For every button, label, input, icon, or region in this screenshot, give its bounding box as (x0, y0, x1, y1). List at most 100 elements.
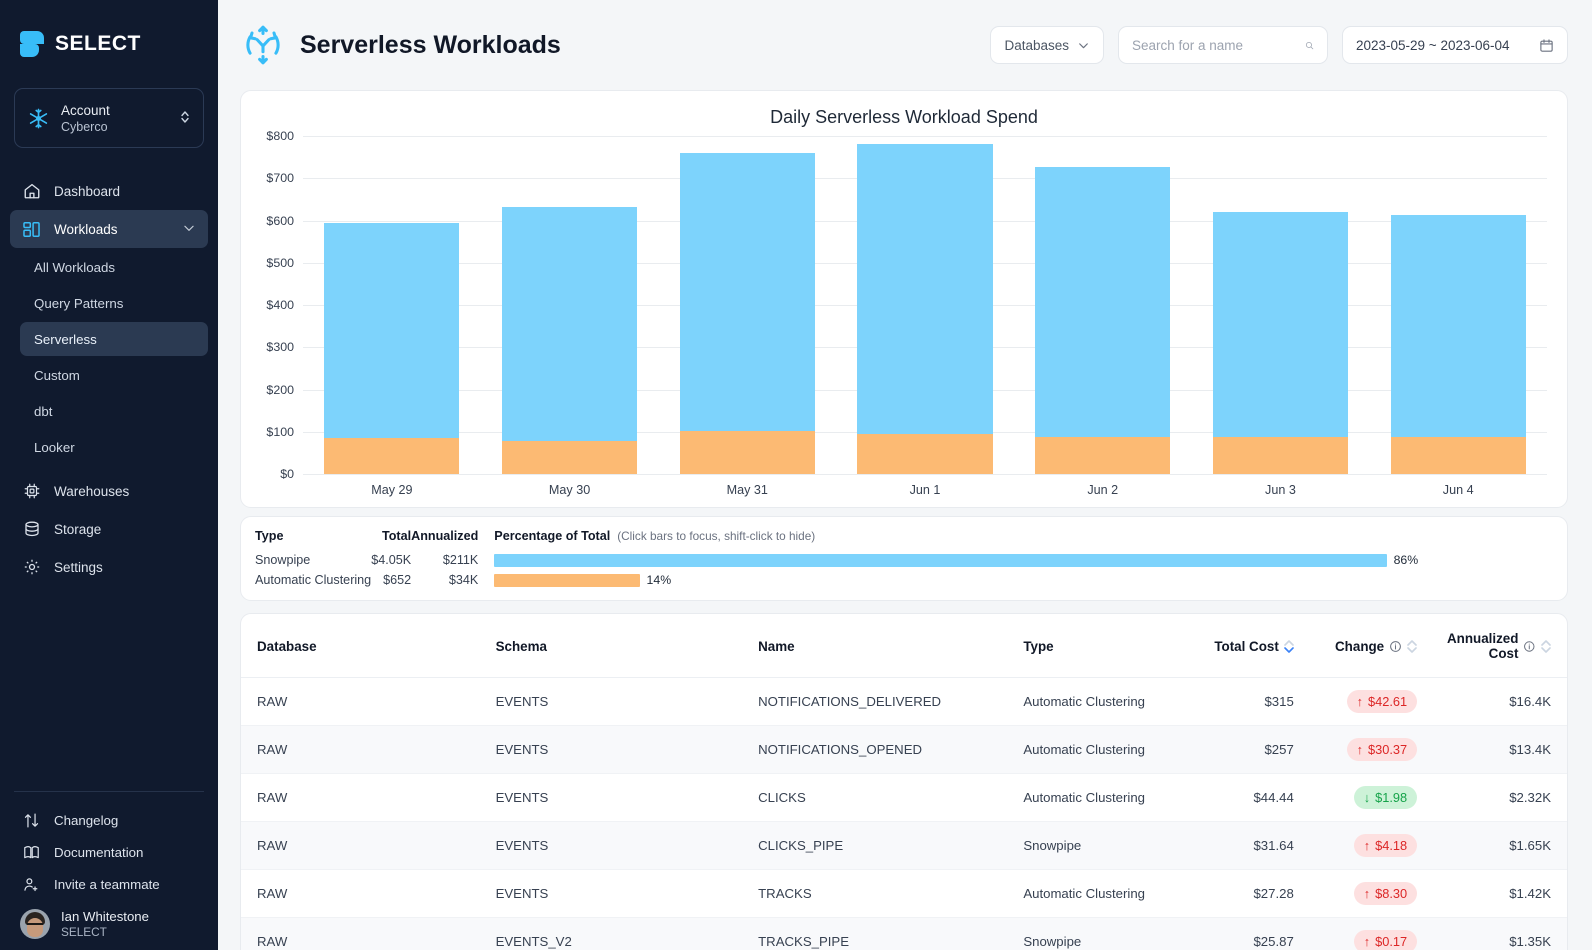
chart-bar-column[interactable] (303, 136, 481, 474)
chart-bar-segment-automatic-clustering[interactable] (1212, 437, 1348, 474)
chart-bar-column[interactable] (658, 136, 836, 474)
table-row[interactable]: RAW EVENTS NOTIFICATIONS_OPENED Automatic C… (241, 725, 1567, 774)
select-logo-icon (20, 30, 46, 58)
chart-bar-segment-automatic-clustering[interactable] (679, 431, 815, 474)
chart-bar-stack[interactable] (324, 136, 460, 474)
legend-table: Type Total Annualized Percentage of Tota… (255, 526, 1553, 590)
chart-bar-column[interactable] (1369, 136, 1547, 474)
table-row[interactable]: RAW EVENTS TRACKS Automatic Clustering $27.2… (241, 869, 1567, 918)
change-badge: ↑ $42.61 (1346, 690, 1418, 713)
sidebar-item-looker[interactable]: Looker (20, 430, 208, 464)
chart-bar-stack[interactable] (679, 136, 815, 474)
chart-bar-segment-automatic-clustering[interactable] (1035, 436, 1171, 474)
legend-header-total: Total (381, 529, 412, 543)
chart-bar-segment-snowpipe[interactable] (1212, 212, 1348, 438)
table-row[interactable]: RAW EVENTS CLICKS_PIPE Snowpipe $31.64 ↑ $4.18… (241, 821, 1567, 870)
sidebar-item-workloads[interactable]: Workloads (10, 210, 208, 248)
table-header-total-cost[interactable]: Total Cost (1187, 614, 1294, 678)
sidebar-item-dashboard[interactable]: Dashboard (10, 172, 208, 210)
table-row[interactable]: RAW EVENTS NOTIFICATIONS_DELIVERED Automati… (241, 677, 1567, 726)
chart-bar-stack[interactable] (1212, 136, 1348, 474)
app-root: SELECT Account Cyberco Dashboard Workloa… (0, 0, 1592, 950)
cell-total-cost: $27.28 (1187, 869, 1294, 918)
sidebar-item-dbt[interactable]: dbt (20, 394, 208, 428)
chart-bar-segment-snowpipe[interactable] (502, 206, 638, 442)
legend-percentage-bar[interactable] (494, 573, 640, 587)
change-arrow-icon: ↓ (1363, 790, 1371, 805)
table-header-schema: Schema (495, 614, 759, 678)
databases-dropdown[interactable]: Databases (990, 26, 1104, 64)
sidebar-divider (14, 791, 204, 792)
legend-percentage-bar[interactable] (494, 553, 1387, 567)
info-icon[interactable] (1523, 640, 1536, 653)
chart-bar-column[interactable] (1014, 136, 1192, 474)
legend-header-type: Type (255, 529, 284, 543)
account-switcher[interactable]: Account Cyberco (14, 88, 204, 148)
search-icon[interactable] (1305, 38, 1314, 53)
chart-bar-segment-automatic-clustering[interactable] (324, 438, 460, 474)
chart-bar-segment-snowpipe[interactable] (679, 152, 815, 432)
chart-bar-stack[interactable] (1390, 136, 1526, 474)
search-box[interactable] (1118, 26, 1328, 64)
date-range-picker[interactable]: 2023-05-29 ~ 2023-06-04 (1342, 26, 1568, 64)
chart-bar-column[interactable] (1192, 136, 1370, 474)
chart-bar-segment-automatic-clustering[interactable] (1390, 436, 1526, 474)
sidebar-item-changelog[interactable]: Changelog (10, 804, 208, 836)
table-row[interactable]: RAW EVENTS CLICKS Automatic Clustering $44.4… (241, 773, 1567, 822)
chart-bar-stack[interactable] (1035, 136, 1171, 474)
sidebar-item-custom[interactable]: Custom (20, 358, 208, 392)
legend-row[interactable]: Automatic Clustering $652 $34K 14% (255, 570, 1553, 590)
table-header-row: Database Schema Name Type Total Cost Change An… (241, 614, 1567, 678)
chart-bar-segment-snowpipe[interactable] (1390, 214, 1526, 437)
legend-row-percentage[interactable]: 14% (478, 570, 1553, 590)
legend-row-type: Snowpipe (255, 553, 311, 567)
sidebar-item-serverless[interactable]: Serverless (20, 322, 208, 356)
sidebar-item-warehouses[interactable]: Warehouses (10, 472, 208, 510)
cell-total-cost: $31.64 (1187, 821, 1294, 870)
table-header-annualized-cost[interactable]: Annualized Cost (1417, 614, 1567, 678)
chart-bar-segment-snowpipe[interactable] (1035, 166, 1171, 437)
user-profile[interactable]: Ian Whitestone SELECT (0, 900, 218, 940)
content-area: Daily Serverless Workload Spend $0 $100 $2… (218, 90, 1592, 950)
chart-bar-stack[interactable] (857, 136, 993, 474)
sidebar-item-invite-teammate[interactable]: Invite a teammate (10, 868, 208, 900)
bar-chart-plot[interactable]: $0 $100 $200 $300 $400 $500 $600 $700 $800 (266, 129, 1547, 481)
brand-logo[interactable]: SELECT (0, 0, 218, 66)
cell-total-cost: $25.87 (1187, 917, 1294, 950)
chart-bar-segment-snowpipe[interactable] (324, 223, 460, 439)
sidebar-item-storage[interactable]: Storage (10, 510, 208, 548)
table-header-change[interactable]: Change (1293, 614, 1418, 678)
chart-bar-segment-automatic-clustering[interactable] (857, 434, 993, 474)
legend-row[interactable]: Snowpipe $4.05K $211K 86% (255, 550, 1553, 570)
legend-row-percentage[interactable]: 86% (478, 550, 1553, 570)
chart-y-tick-label: $600 (266, 213, 294, 228)
chart-bar-segment-snowpipe[interactable] (857, 143, 993, 435)
sort-toggle[interactable] (1407, 639, 1417, 653)
chevron-updown-icon (179, 108, 191, 128)
change-value: $0.17 (1375, 934, 1408, 949)
search-input[interactable] (1132, 37, 1297, 53)
sort-toggle[interactable] (1541, 639, 1551, 653)
chart-bar-segment-automatic-clustering[interactable] (502, 441, 638, 474)
sort-toggle[interactable] (1284, 639, 1294, 653)
table-row[interactable]: RAW EVENTS_V2 TRACKS_PIPE Snowpipe $25.87 ↑ $0… (241, 917, 1567, 950)
sidebar-subitem-label: dbt (34, 403, 53, 419)
chart-y-tick-label: $0 (280, 467, 294, 481)
cell-change: ↑ $4.18 (1293, 821, 1418, 870)
change-arrow-icon: ↑ (1363, 934, 1371, 949)
cell-name: NOTIFICATIONS_OPENED (758, 725, 1024, 774)
cell-type: Automatic Clustering (1023, 725, 1188, 774)
sidebar-item-documentation[interactable]: Documentation (10, 836, 208, 868)
sidebar-item-query-patterns[interactable]: Query Patterns (20, 286, 208, 320)
chart-y-tick-label: $800 (266, 129, 294, 143)
chart-bar-stack[interactable] (502, 136, 638, 474)
info-icon[interactable] (1389, 640, 1402, 653)
chart-bar-column[interactable] (836, 136, 1014, 474)
sidebar-item-settings[interactable]: Settings (10, 548, 208, 586)
chart-x-tick-label: May 30 (548, 483, 591, 497)
chart-bar-column[interactable] (481, 136, 659, 474)
sidebar-item-all-workloads[interactable]: All Workloads (20, 250, 208, 284)
cell-database: RAW (241, 821, 496, 870)
calendar-icon[interactable] (1539, 38, 1554, 53)
cell-type: Automatic Clustering (1023, 773, 1188, 822)
